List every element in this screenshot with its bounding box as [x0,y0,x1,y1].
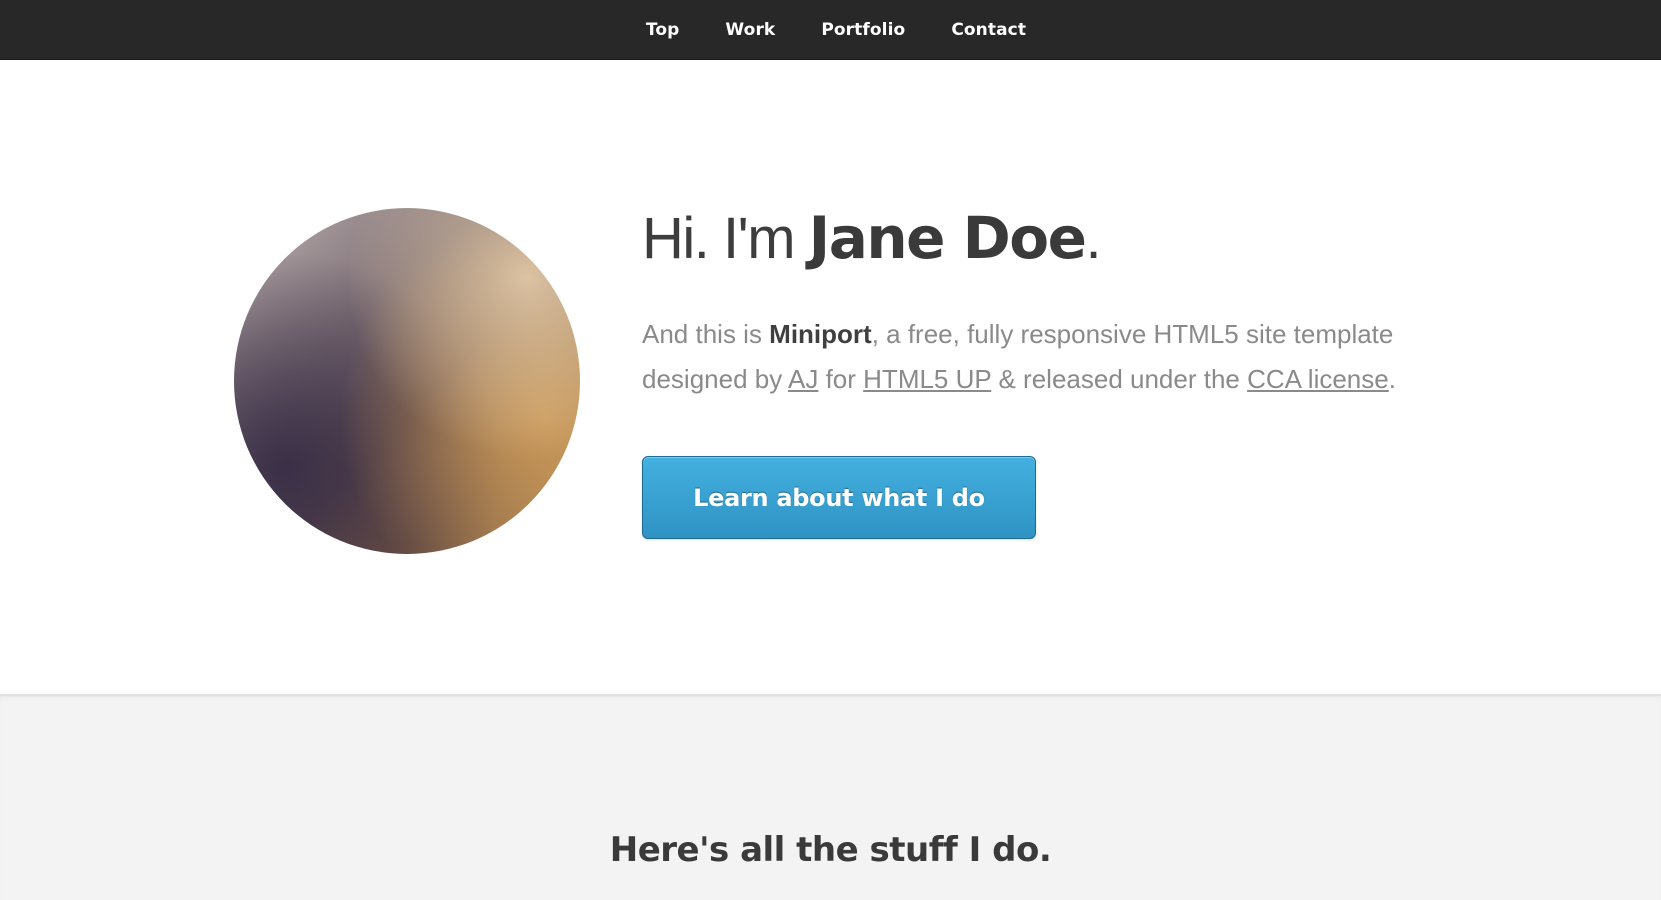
license-link[interactable]: CCA license [1247,364,1389,394]
work-section: Here's all the stuff I do. [0,694,1661,900]
hero-greeting: Hi. I'm [642,206,809,271]
hero-section: Hi. I'm Jane Doe. And this is Miniport, … [0,60,1661,694]
hero-heading: Hi. I'm Jane Doe. [642,204,1102,272]
hero-period: . [1085,206,1102,271]
nav-list: Top Work Portfolio Contact [623,20,1049,40]
html5up-link[interactable]: HTML5 UP [863,364,991,394]
nav-item-work[interactable]: Work [702,20,798,40]
hero-text-end: . [1388,364,1396,394]
hero-text-mid2: for [818,364,864,394]
work-heading: Here's all the stuff I do. [609,830,1052,870]
top-nav: Top Work Portfolio Contact [0,0,1661,60]
nav-item-contact[interactable]: Contact [928,20,1049,40]
hero-description: And this is Miniport, a free, fully resp… [642,312,1442,402]
template-name: Miniport [769,319,872,349]
hero-text-intro: And this is [642,319,770,349]
nav-item-portfolio[interactable]: Portfolio [798,20,928,40]
hero-name: Jane Doe [808,204,1087,272]
nav-item-top[interactable]: Top [623,20,703,40]
learn-more-button[interactable]: Learn about what I do [642,456,1036,539]
author-link[interactable]: AJ [788,364,818,394]
avatar-image [234,208,580,554]
hero-text-mid3: & released under the [991,364,1248,394]
